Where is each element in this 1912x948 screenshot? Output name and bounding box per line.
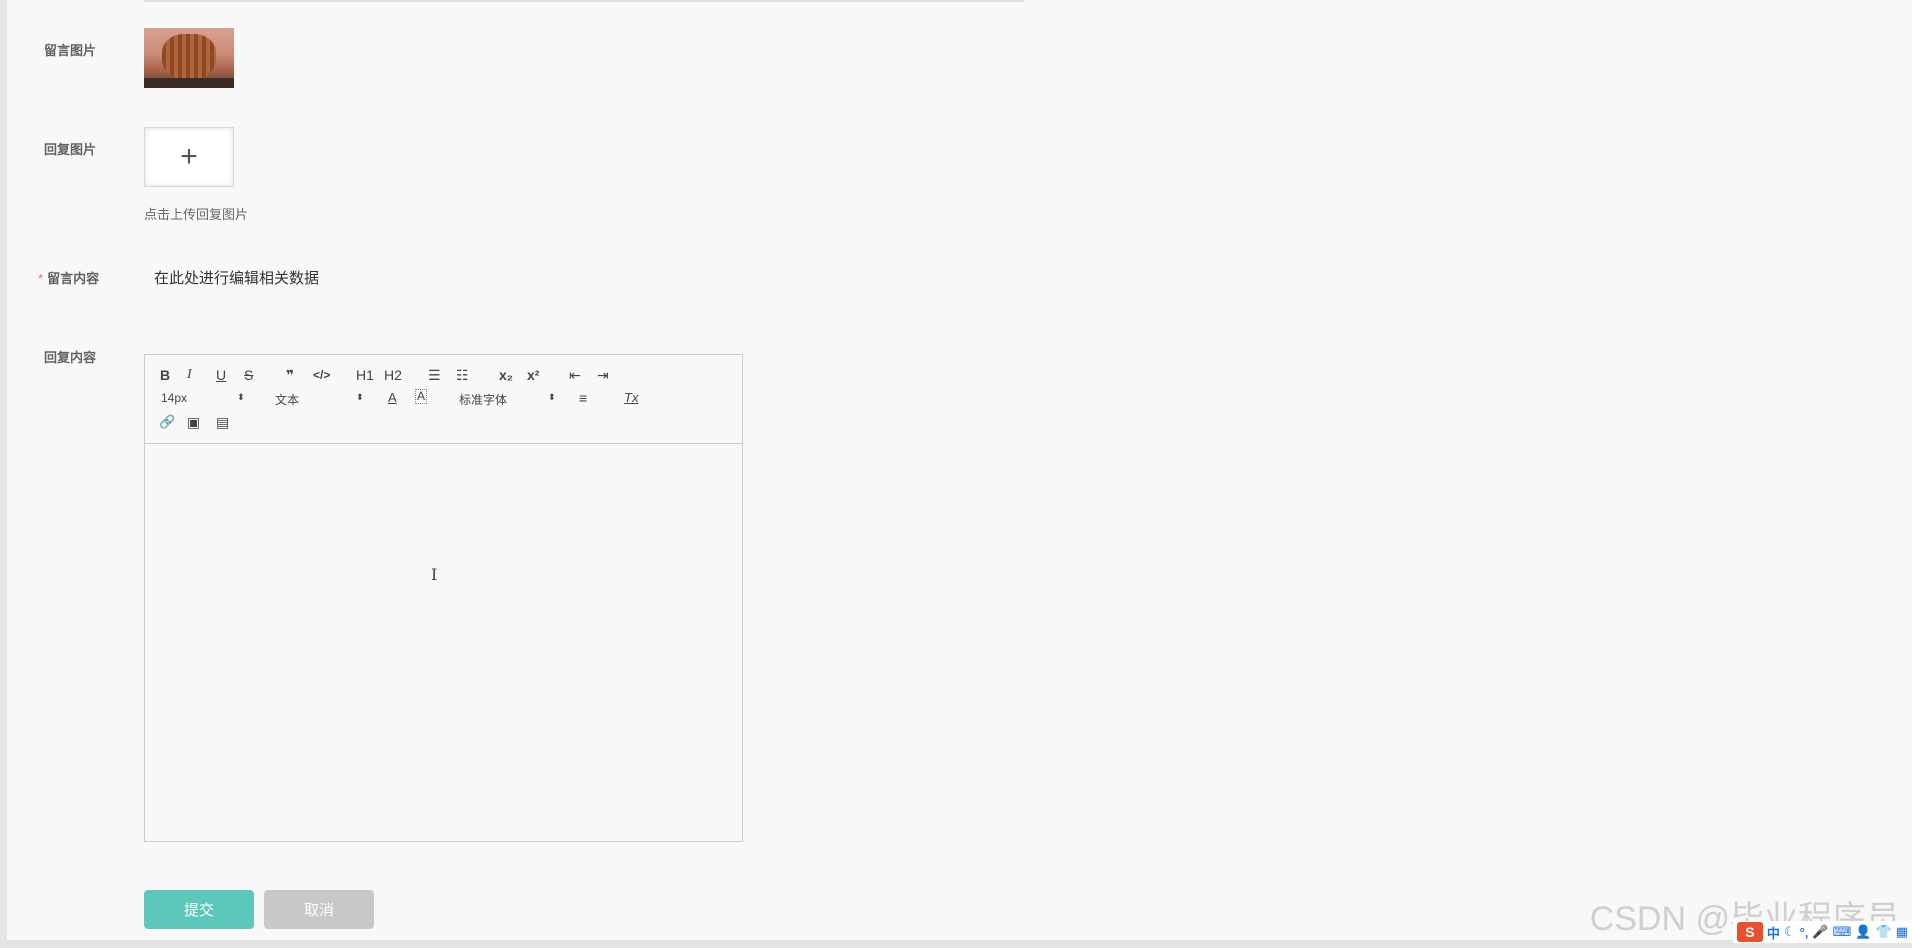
message-image-label: 留言图片 (44, 43, 97, 58)
plus-icon: + (180, 140, 198, 173)
editor-toolbar: B I U S ❞ </> H1 H2 ☰ ☷ x₂ x² ⇤ ⇥ 14px ⬍… (145, 355, 742, 444)
ime-tray: S 中 ☾ °, 🎤 ⌨ 👤 👕 ▦ (1732, 921, 1912, 943)
microphone-icon[interactable]: 🎤 (1812, 924, 1828, 940)
blockquote-button[interactable]: ❞ (286, 366, 294, 384)
ordered-list-button[interactable]: ☰ (428, 366, 441, 384)
user-icon[interactable]: 👤 (1855, 924, 1871, 940)
font-family-value: 标准字体 (459, 393, 508, 407)
moon-icon[interactable]: ☾ (1784, 924, 1796, 940)
select-arrow-icon: ⬍ (237, 392, 245, 402)
message-content-label: 留言内容 (47, 271, 100, 286)
align-button[interactable]: ≡ (579, 389, 587, 407)
sogou-logo-icon[interactable]: S (1736, 922, 1763, 942)
toolbox-icon[interactable]: ▦ (1896, 924, 1908, 940)
subscript-button[interactable]: x₂ (499, 366, 513, 384)
header-value: 文本 (275, 393, 300, 407)
clean-format-button[interactable]: Tx (624, 389, 638, 407)
background-color-button[interactable]: A (415, 389, 428, 404)
vase-image (162, 34, 216, 80)
skin-icon[interactable]: 👕 (1876, 924, 1892, 940)
reply-image-upload-button[interactable]: + (144, 127, 234, 187)
video-button[interactable]: ▤ (216, 413, 229, 431)
header1-button[interactable]: H1 (356, 366, 374, 384)
reply-content-label: 回复内容 (44, 350, 97, 365)
font-family-select[interactable]: 标准字体 ⬍ (459, 391, 559, 408)
underline-button[interactable]: U (216, 366, 226, 384)
keyboard-icon[interactable]: ⌨ (1833, 924, 1852, 940)
superscript-button[interactable]: x² (527, 366, 539, 384)
text-cursor-icon: I (431, 565, 438, 584)
message-content-value: 在此处进行编辑相关数据 (154, 270, 320, 287)
font-size-value: 14px (161, 391, 188, 405)
top-divider (144, 0, 1024, 2)
punctuation-icon[interactable]: °, (1800, 925, 1809, 940)
language-toggle-icon[interactable]: 中 (1767, 923, 1780, 942)
font-size-select[interactable]: 14px ⬍ (161, 391, 247, 405)
outdent-button[interactable]: ⇤ (569, 366, 581, 384)
bullet-list-button[interactable]: ☷ (456, 366, 469, 384)
message-content-label-wrap: * 留言内容 (38, 268, 99, 287)
header-select[interactable]: 文本 ⬍ (275, 391, 365, 408)
select-arrow-icon: ⬍ (548, 392, 556, 402)
link-button[interactable]: 🔗 (159, 413, 175, 431)
indent-button[interactable]: ⇥ (597, 366, 609, 384)
editor-content-area[interactable] (145, 444, 742, 841)
select-arrow-icon: ⬍ (356, 392, 364, 402)
strike-button[interactable]: S (244, 366, 253, 384)
required-mark: * (38, 271, 44, 286)
page: 留言图片 回复图片 + 点击上传回复图片 * 留言内容 在此处进行编辑相关数据 回… (7, 0, 1912, 940)
image-base (144, 78, 234, 88)
italic-button[interactable]: I (187, 366, 192, 384)
code-block-button[interactable]: </> (313, 366, 330, 384)
message-image-thumbnail[interactable] (144, 28, 234, 88)
bold-button[interactable]: B (160, 366, 170, 384)
submit-button[interactable]: 提交 (144, 890, 254, 929)
header2-button[interactable]: H2 (384, 366, 402, 384)
rich-text-editor: B I U S ❞ </> H1 H2 ☰ ☷ x₂ x² ⇤ ⇥ 14px ⬍… (144, 354, 743, 842)
cancel-button[interactable]: 取消 (264, 890, 374, 929)
font-color-button[interactable]: A (388, 389, 397, 407)
upload-tip: 点击上传回复图片 (144, 207, 249, 222)
reply-image-label: 回复图片 (44, 142, 97, 157)
image-button[interactable]: ▣ (187, 413, 200, 431)
